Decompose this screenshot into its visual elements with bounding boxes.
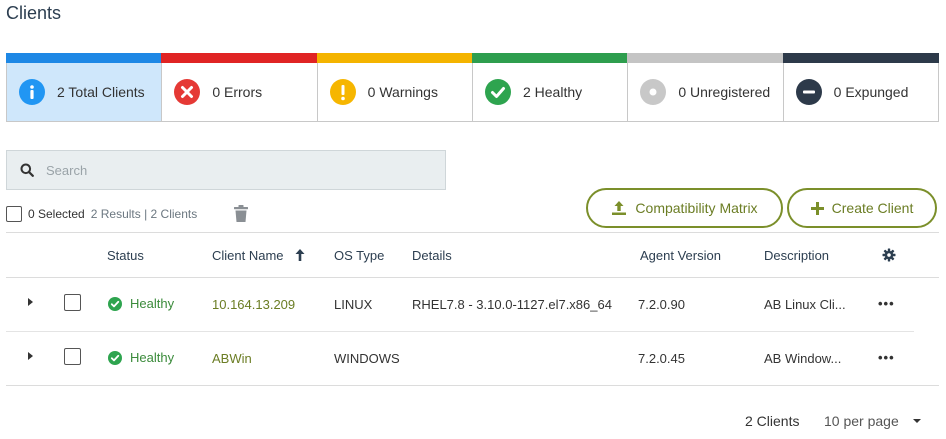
- card-color-bar: [316, 53, 473, 63]
- expand-row-icon[interactable]: [28, 352, 33, 360]
- card-expunged[interactable]: 0 Expunged: [782, 53, 939, 122]
- search-input[interactable]: [46, 162, 406, 178]
- card-color-bar: [627, 53, 784, 63]
- header-details[interactable]: Details: [412, 248, 452, 263]
- table-header: Status Client Name OS Type Details Agent…: [6, 232, 939, 278]
- card-unregistered[interactable]: 0 Unregistered: [627, 53, 784, 122]
- selection-bar: 0 Selected 2 Results | 2 Clients: [6, 204, 249, 224]
- header-os-type[interactable]: OS Type: [334, 248, 384, 263]
- card-label: 0 Errors: [212, 83, 263, 100]
- create-client-button[interactable]: Create Client: [787, 188, 937, 228]
- summary-cards: 2 Total Clients 0 Errors 0 Warnings 2 He…: [6, 53, 939, 122]
- compatibility-matrix-label: Compatibility Matrix: [635, 200, 758, 216]
- client-count: 2 Clients: [745, 413, 800, 429]
- per-page-select[interactable]: 10 per page: [824, 411, 921, 431]
- card-color-bar: [6, 53, 163, 63]
- status-text: Healthy: [130, 296, 175, 311]
- row-checkbox[interactable]: [64, 348, 81, 365]
- chevron-down-icon: [912, 419, 921, 423]
- card-warnings[interactable]: 0 Warnings: [316, 53, 473, 122]
- sort-ascending-icon: [295, 249, 305, 264]
- card-color-bar: [471, 53, 629, 63]
- agent-version-cell: 7.2.0.90: [638, 297, 685, 312]
- more-actions-icon[interactable]: •••: [878, 296, 895, 311]
- info-icon: [19, 78, 45, 105]
- client-name-link[interactable]: 10.164.13.209: [212, 297, 295, 312]
- card-errors[interactable]: 0 Errors: [161, 53, 318, 122]
- minus-icon: [795, 78, 822, 105]
- create-client-label: Create Client: [831, 200, 914, 216]
- status-cell: Healthy: [108, 296, 174, 311]
- card-label: 0 Expunged: [833, 83, 909, 100]
- description-cell: AB Linux Cli...: [764, 297, 846, 312]
- error-icon: [174, 78, 201, 105]
- search-icon: [20, 163, 34, 177]
- description-cell: AB Window...: [764, 351, 842, 366]
- header-client-name-label: Client Name: [212, 248, 284, 263]
- select-all-checkbox[interactable]: [6, 206, 22, 222]
- os-type-cell: LINUX: [334, 297, 373, 312]
- row-checkbox[interactable]: [64, 294, 81, 311]
- unregistered-icon: [640, 78, 667, 105]
- expand-row-icon[interactable]: [28, 298, 33, 306]
- card-color-bar: [161, 53, 318, 63]
- card-label: 2 Total Clients: [57, 83, 145, 100]
- upload-icon: [611, 200, 627, 216]
- card-total-clients[interactable]: 2 Total Clients: [6, 53, 163, 122]
- clients-table: Status Client Name OS Type Details Agent…: [6, 232, 939, 386]
- healthy-icon: [108, 296, 122, 311]
- header-agent-version[interactable]: Agent Version: [640, 248, 721, 263]
- card-color-bar: [782, 53, 939, 63]
- header-status[interactable]: Status: [107, 248, 144, 263]
- table-row[interactable]: Healthy 10.164.13.209 LINUX RHEL7.8 - 3.…: [6, 278, 914, 332]
- header-description[interactable]: Description: [764, 248, 829, 263]
- client-name-link[interactable]: ABWin: [212, 351, 252, 366]
- results-count: 2 Results | 2 Clients: [90, 207, 198, 221]
- check-icon: [484, 78, 511, 105]
- details-cell: RHEL7.8 - 3.10.0-1127.el7.x86_64: [412, 297, 612, 312]
- status-text: Healthy: [130, 350, 175, 365]
- header-client-name[interactable]: Client Name: [212, 248, 305, 264]
- card-label: 0 Warnings: [367, 83, 438, 100]
- table-row[interactable]: Healthy ABWin WINDOWS 7.2.0.45 AB Window…: [6, 332, 939, 386]
- search-box: [6, 150, 446, 190]
- status-cell: Healthy: [108, 350, 174, 365]
- card-healthy[interactable]: 2 Healthy: [471, 53, 629, 122]
- more-actions-icon[interactable]: •••: [878, 350, 895, 365]
- gear-icon[interactable]: [882, 248, 896, 265]
- page-title: Clients: [6, 3, 62, 23]
- os-type-cell: WINDOWS: [334, 351, 400, 366]
- agent-version-cell: 7.2.0.45: [638, 351, 685, 366]
- healthy-icon: [108, 350, 122, 365]
- warning-icon: [329, 78, 356, 105]
- card-label: 0 Unregistered: [678, 83, 771, 100]
- per-page-label: 10 per page: [824, 413, 899, 429]
- selected-count: 0 Selected: [28, 207, 85, 221]
- trash-icon[interactable]: [233, 205, 249, 223]
- compatibility-matrix-button[interactable]: Compatibility Matrix: [586, 188, 783, 228]
- plus-icon: [810, 201, 824, 215]
- card-label: 2 Healthy: [522, 83, 583, 100]
